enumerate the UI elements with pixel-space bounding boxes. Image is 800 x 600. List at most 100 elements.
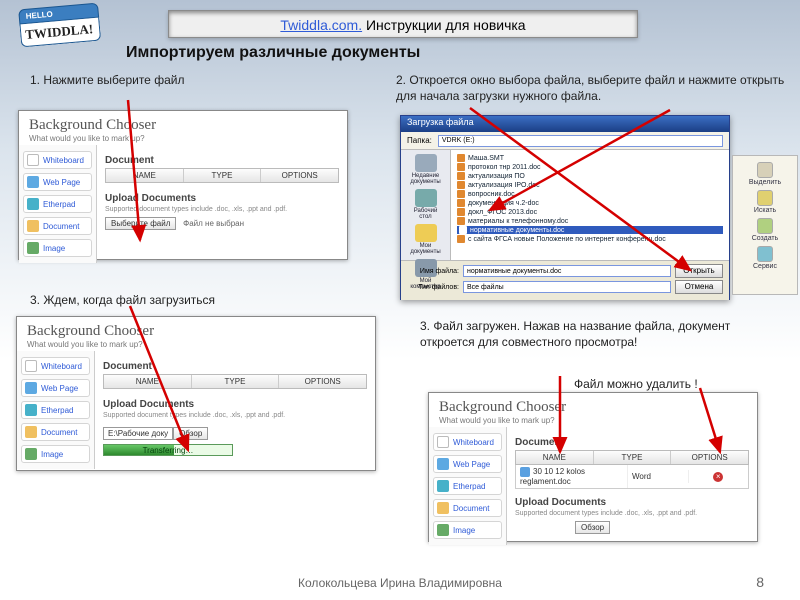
sidebar-item-etherpad[interactable]: Etherpad: [23, 195, 92, 213]
list-item: вопросник.doc: [457, 190, 723, 198]
sidebar-item-whiteboard[interactable]: Whiteboard: [21, 357, 90, 375]
etherpad-icon: [437, 480, 449, 492]
sidebar-item-document[interactable]: Document: [23, 217, 92, 235]
tool-service[interactable]: Сервис: [753, 246, 777, 270]
image-icon: [27, 242, 39, 254]
list-item: с сайта ФГСА новые Положение по интернет…: [457, 235, 723, 243]
sidebar-item-webpage[interactable]: Web Page: [21, 379, 90, 397]
file-icon: [457, 172, 465, 180]
path-field: E:\Рабочие доку: [103, 427, 173, 440]
browse-button[interactable]: Обзор: [173, 427, 208, 440]
globe-icon: [27, 176, 39, 188]
etherpad-icon: [25, 404, 37, 416]
list-item: документация ч.2-doc: [457, 199, 723, 207]
place-desktop[interactable]: Рабочий стол: [408, 189, 444, 220]
sidebar-item-etherpad[interactable]: Etherpad: [433, 477, 502, 495]
place-mydocs[interactable]: Мои документы: [408, 224, 444, 255]
place-recent[interactable]: Недавние документы: [408, 154, 444, 185]
chooser-panel-4: Background Chooser What would you like t…: [428, 392, 758, 542]
sidebar-item-document[interactable]: Document: [21, 423, 90, 441]
upload-hint: Supported document types include .doc, .…: [515, 510, 749, 517]
document-icon: [25, 426, 37, 438]
section-document: Document: [105, 155, 339, 166]
sidebar-item-image[interactable]: Image: [23, 239, 92, 257]
sidebar-item-whiteboard[interactable]: Whiteboard: [23, 151, 92, 169]
caption-4: 3. Файл загружен. Нажав на название файл…: [420, 318, 740, 350]
docs-icon: [415, 224, 437, 242]
list-item: материалы к телефонному.doc: [457, 217, 723, 225]
file-icon: [457, 154, 465, 162]
sidebar-item-etherpad[interactable]: Etherpad: [21, 401, 90, 419]
open-button[interactable]: Открыть: [675, 264, 723, 278]
section-upload: Upload Documents: [105, 193, 339, 204]
tool-search[interactable]: Искать: [754, 190, 776, 214]
page-subtitle: Импортируем различные документы: [126, 44, 420, 62]
filename-input[interactable]: нормативные документы.doc: [463, 265, 671, 277]
section-upload: Upload Documents: [103, 399, 367, 410]
uploaded-row[interactable]: 30 10 12 kolos reglament.doc Word ×: [515, 465, 749, 489]
search-icon: [757, 190, 773, 206]
file-icon: [457, 208, 465, 216]
list-item: докл_ФГОС 2013.doc: [457, 208, 723, 216]
filetype-input[interactable]: Все файлы: [463, 281, 671, 293]
image-icon: [437, 524, 449, 536]
upload-progress: Transferring…: [103, 444, 233, 456]
chooser-sidebar-4: Whiteboard Web Page Etherpad Document Im…: [429, 427, 507, 545]
sidebar-item-webpage[interactable]: Web Page: [23, 173, 92, 191]
file-icon: [457, 199, 465, 207]
uploaded-name: 30 10 12 kolos reglament.doc: [516, 465, 628, 488]
cancel-button[interactable]: Отмена: [675, 280, 723, 294]
uploaded-options: ×: [689, 470, 749, 484]
browse-button[interactable]: Обзор: [575, 521, 610, 534]
list-item: актуализация ПО: [457, 172, 723, 180]
caption-4b: Файл можно удалить !: [574, 376, 774, 392]
whiteboard-icon: [437, 436, 449, 448]
tool-select[interactable]: Выделить: [749, 162, 781, 186]
dialog-titlebar: Загрузка файла: [401, 116, 729, 132]
file-list[interactable]: Маша.SMT протокол тнр 2011.doc актуализа…: [451, 150, 729, 260]
chooser-sidebar-3: Whiteboard Web Page Etherpad Document Im…: [17, 351, 95, 469]
choose-file-button[interactable]: Выберите файл: [105, 217, 176, 230]
chooser-panel-3: Background Chooser What would you like t…: [16, 316, 376, 471]
chooser-subtitle-4: What would you like to mark up?: [439, 416, 747, 425]
caption-3: 3. Ждем, когда файл загрузиться: [30, 292, 330, 308]
chooser-sidebar: Whiteboard Web Page Etherpad Document Im…: [19, 145, 97, 263]
section-upload: Upload Documents: [515, 497, 749, 508]
sidebar-item-whiteboard[interactable]: Whiteboard: [433, 433, 502, 451]
title-link[interactable]: Twiddla.com.: [280, 17, 362, 33]
doc-table-header: NAME TYPE OPTIONS: [515, 450, 749, 465]
lookin-dropdown[interactable]: VDRK (E:): [438, 135, 723, 147]
page-number: 8: [756, 574, 764, 590]
sidebar-item-image[interactable]: Image: [21, 445, 90, 463]
sidebar-item-webpage[interactable]: Web Page: [433, 455, 502, 473]
sidebar-item-document[interactable]: Document: [433, 499, 502, 517]
tool-create[interactable]: Создать: [752, 218, 779, 242]
list-item: актуализация IPO.doc: [457, 181, 723, 189]
file-icon: [459, 226, 467, 234]
file-icon: [457, 163, 465, 171]
progress-label: Transferring…: [104, 445, 232, 457]
caption-2: 2. Откроется окно выбора файла, выберите…: [396, 72, 786, 104]
chooser-title-3: Background Chooser: [27, 323, 365, 340]
globe-icon: [25, 382, 37, 394]
globe-icon: [437, 458, 449, 470]
list-item-selected: нормативные документы.doc: [457, 226, 723, 234]
image-icon: [25, 448, 37, 460]
whiteboard-icon: [27, 154, 39, 166]
upload-hint: Supported document types include .doc, .…: [105, 206, 339, 213]
chooser-subtitle-3: What would you like to mark up?: [27, 340, 365, 349]
upload-hint: Supported document types include .doc, .…: [103, 412, 367, 419]
places-bar: Недавние документы Рабочий стол Мои доку…: [401, 150, 451, 260]
word-icon: [520, 467, 530, 477]
file-open-dialog: Загрузка файла Папка: VDRK (E:) Недавние…: [400, 115, 730, 300]
file-icon: [457, 235, 465, 243]
whiteboard-icon: [25, 360, 37, 372]
desktop-icon: [415, 189, 437, 207]
arrow-icon: [757, 162, 773, 178]
title-rest: Инструкции для новичка: [362, 17, 526, 33]
caption-1: 1. Нажмите выберите файл: [30, 72, 200, 88]
chooser-panel-1: Background Chooser What would you like t…: [18, 110, 348, 260]
sidebar-item-image[interactable]: Image: [433, 521, 502, 539]
file-icon: [457, 217, 465, 225]
delete-icon[interactable]: ×: [713, 472, 723, 482]
